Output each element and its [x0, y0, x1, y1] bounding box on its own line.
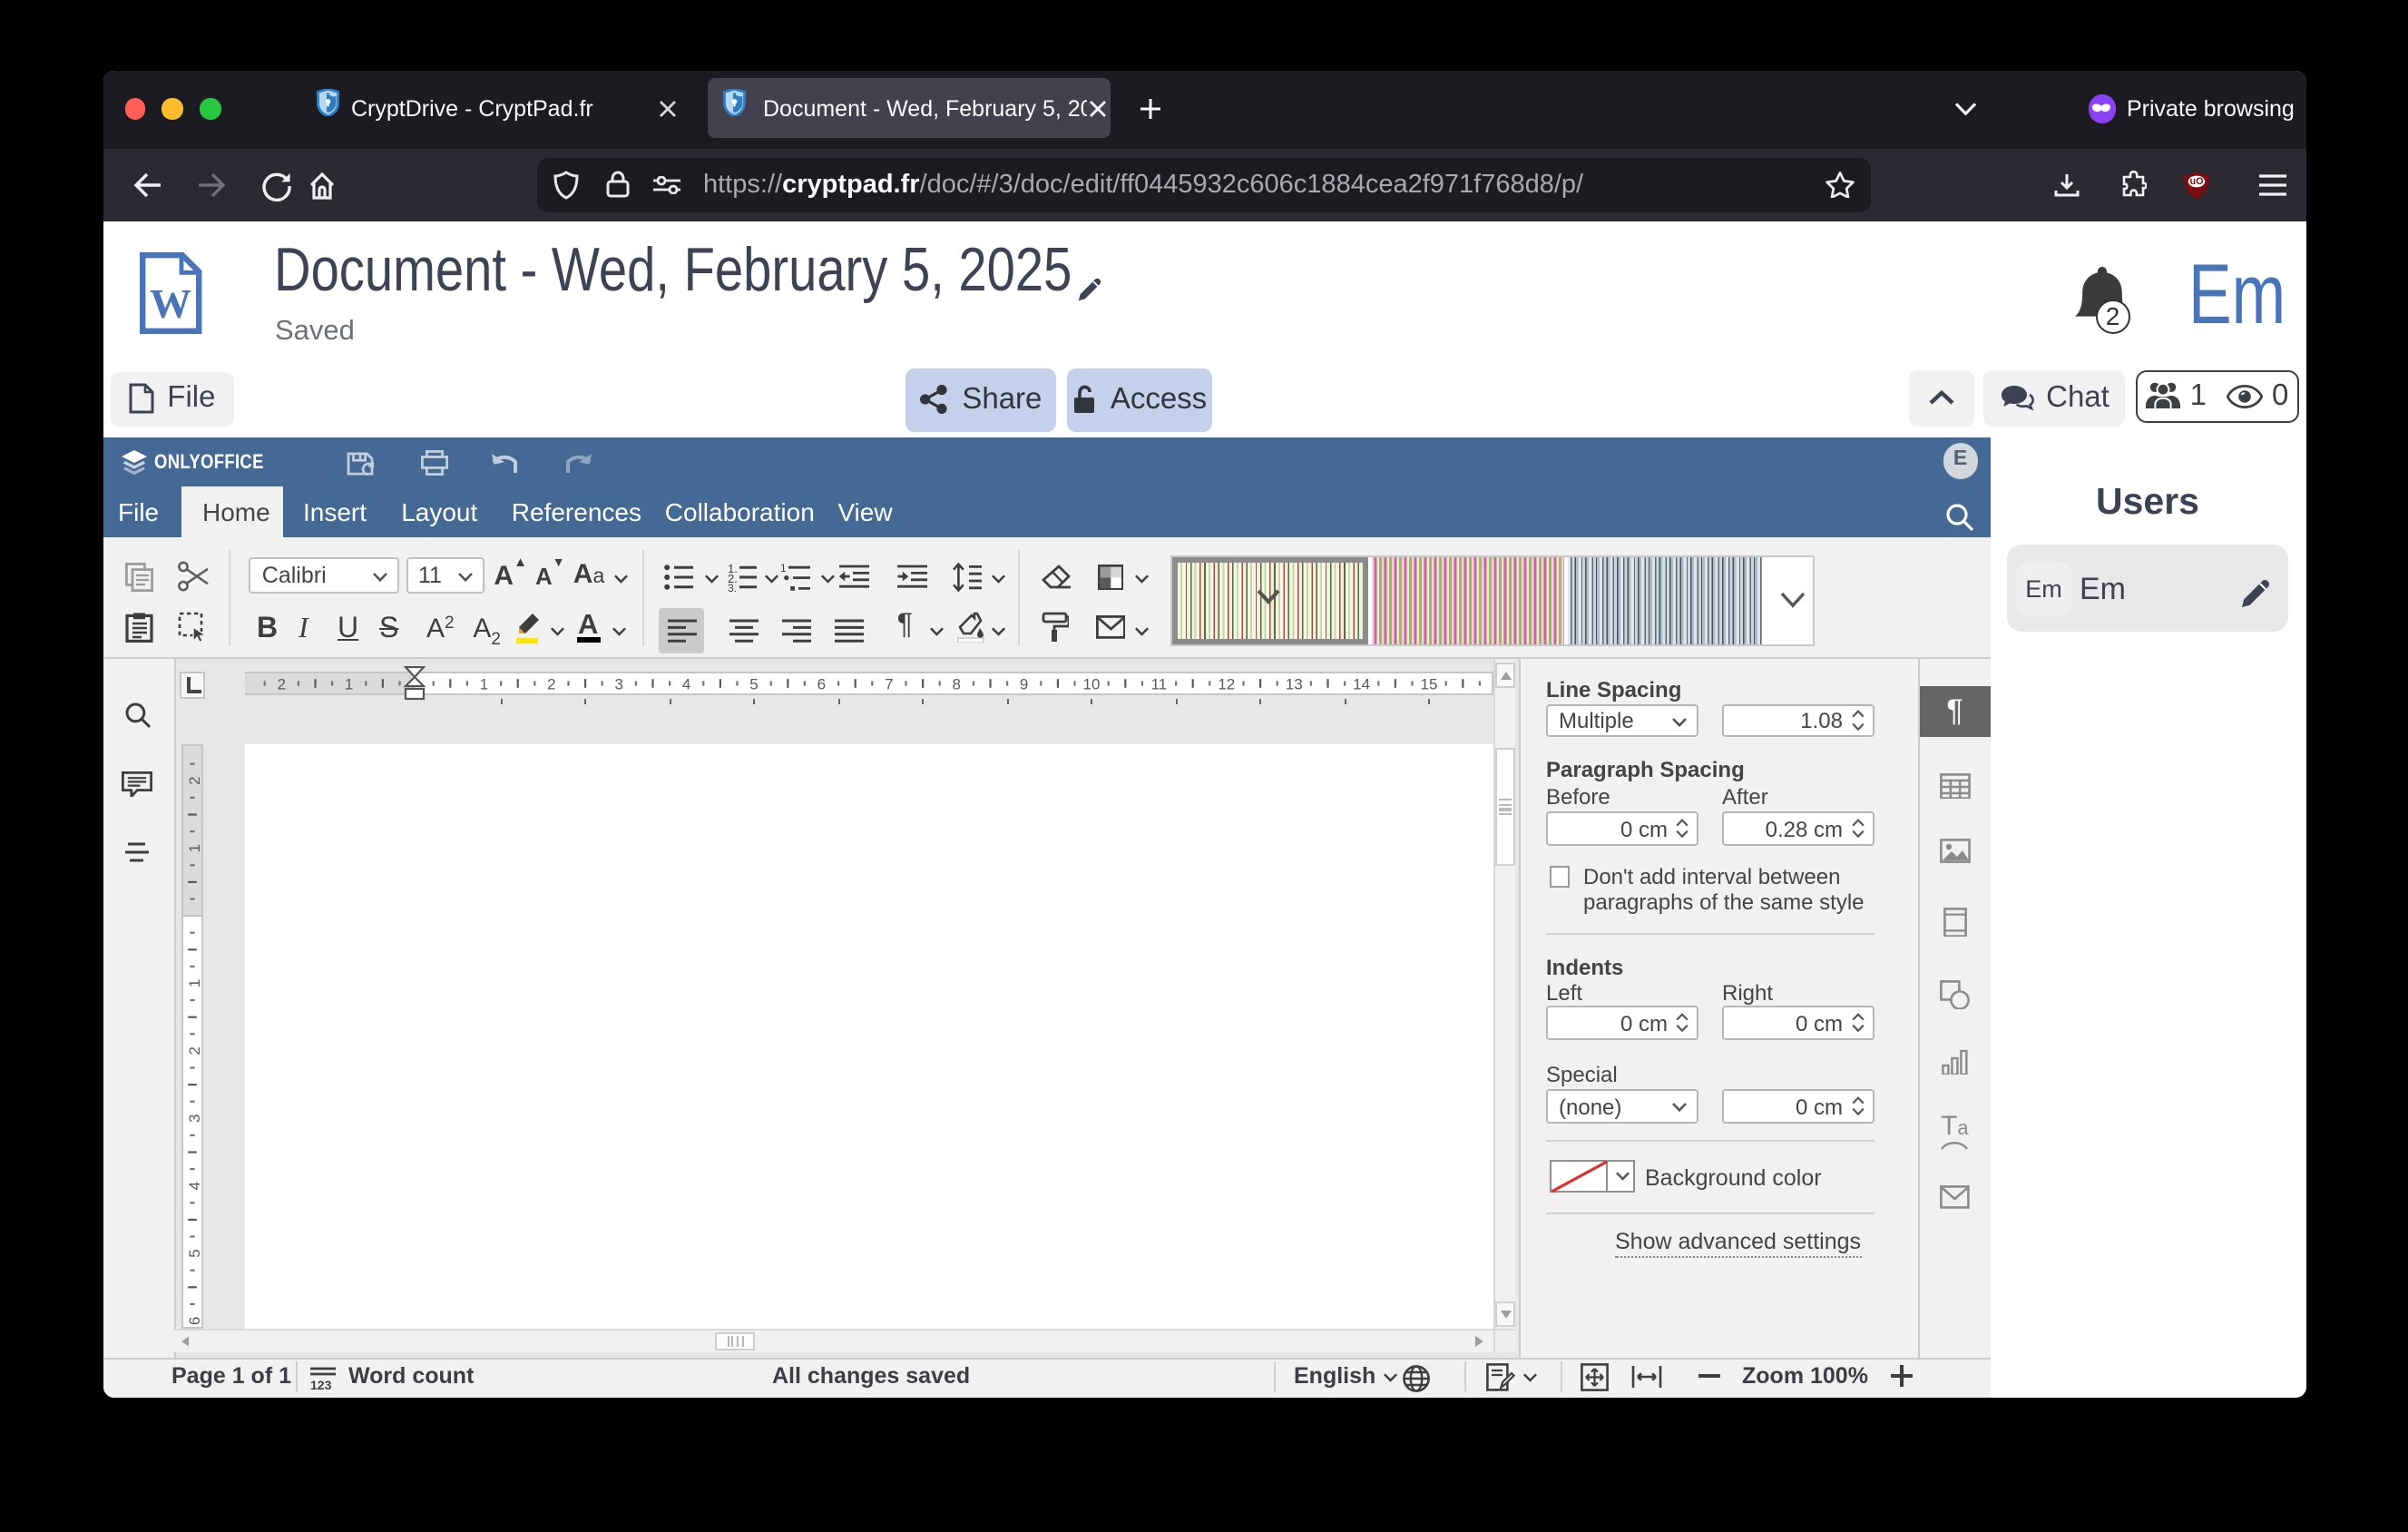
svg-text:15: 15 [1420, 675, 1437, 692]
svg-text:123: 123 [310, 1377, 332, 1390]
svg-text:3.: 3. [727, 581, 736, 591]
svg-text:13: 13 [1285, 675, 1302, 692]
svg-text:5: 5 [185, 1249, 202, 1257]
svg-text:1: 1 [479, 675, 487, 692]
svg-text:9: 9 [1019, 675, 1027, 692]
svg-text:W: W [150, 280, 191, 326]
svg-text:5: 5 [749, 675, 757, 692]
svg-text:4: 4 [681, 675, 690, 692]
svg-text:3: 3 [613, 675, 622, 692]
svg-text:10: 10 [1082, 675, 1100, 692]
svg-text:11: 11 [1150, 675, 1167, 692]
svg-text:1: 1 [344, 675, 352, 692]
svg-text:1: 1 [185, 979, 202, 987]
svg-text:8: 8 [951, 675, 959, 692]
svg-text:12: 12 [1217, 675, 1234, 692]
svg-text:2: 2 [546, 675, 554, 692]
svg-text:4: 4 [185, 1182, 202, 1190]
svg-text:2: 2 [276, 675, 284, 692]
svg-text:7: 7 [884, 675, 892, 692]
svg-text:uO: uO [2190, 175, 2204, 186]
svg-text:6: 6 [185, 1317, 202, 1325]
svg-text:2: 2 [185, 776, 202, 784]
svg-text:1: 1 [780, 562, 787, 574]
svg-text:14: 14 [1352, 675, 1369, 692]
svg-text:2: 2 [185, 1046, 202, 1055]
svg-text:1: 1 [185, 844, 202, 852]
svg-text:3: 3 [185, 1114, 202, 1122]
svg-text:6: 6 [817, 675, 825, 692]
